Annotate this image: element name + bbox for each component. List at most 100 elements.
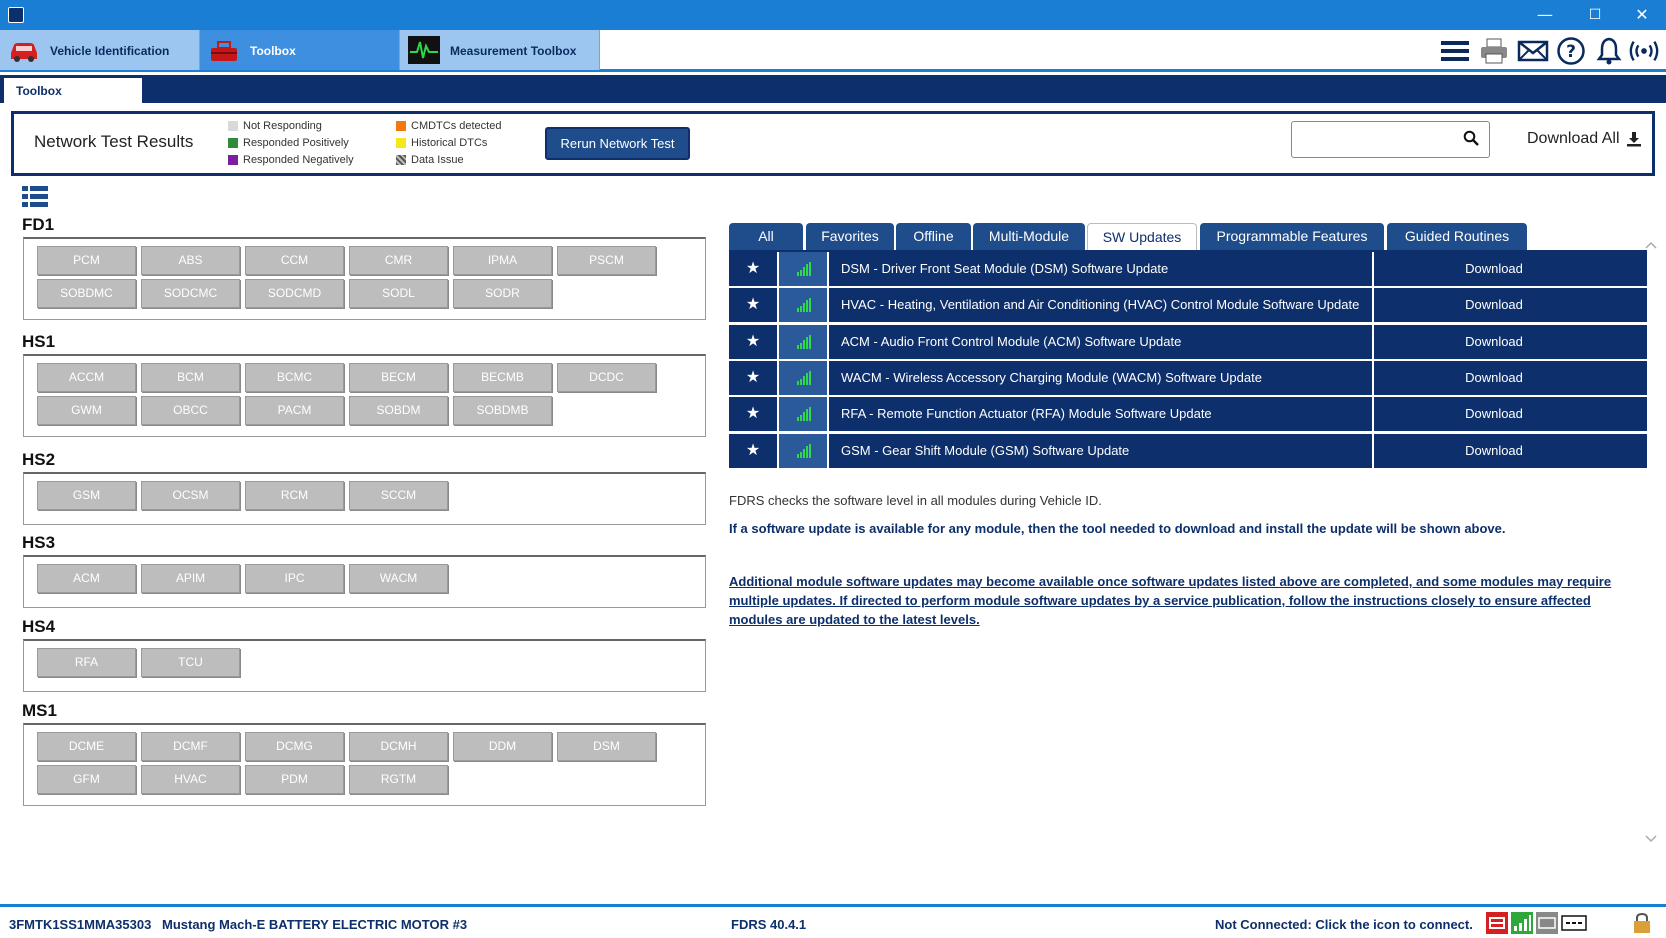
list-view-icon[interactable] xyxy=(22,186,48,208)
signal-bars-icon xyxy=(779,252,829,286)
module-button-pscm[interactable]: PSCM xyxy=(557,246,656,275)
module-button-sodl[interactable]: SODL xyxy=(349,279,448,308)
legend-swatch xyxy=(228,121,238,131)
update-row[interactable]: ★ GSM - Gear Shift Module (GSM) Software … xyxy=(729,433,1647,468)
module-button-ipc[interactable]: IPC xyxy=(245,564,344,593)
tab-toolbox[interactable]: Toolbox xyxy=(200,30,400,70)
module-button-becmb[interactable]: BECMB xyxy=(453,363,552,392)
rerun-network-test-button[interactable]: Rerun Network Test xyxy=(545,127,690,160)
module-button-abs[interactable]: ABS xyxy=(141,246,240,275)
vertical-scrollbar[interactable] xyxy=(1643,238,1659,850)
update-row[interactable]: ★ WACM - Wireless Accessory Charging Modu… xyxy=(729,360,1647,395)
update-row[interactable]: ★ RFA - Remote Function Actuator (RFA) Mo… xyxy=(729,397,1647,432)
module-button-wacm[interactable]: WACM xyxy=(349,564,448,593)
keyboard-icon[interactable] xyxy=(1536,912,1558,934)
favorite-star-icon[interactable]: ★ xyxy=(729,324,779,359)
module-button-sccm[interactable]: SCCM xyxy=(349,481,448,510)
module-button-gsm[interactable]: GSM xyxy=(37,481,136,510)
module-button-sobdmc[interactable]: SOBDMC xyxy=(37,279,136,308)
minimize-button[interactable]: — xyxy=(1523,0,1567,30)
tab-offline[interactable]: Offline xyxy=(896,223,971,251)
legend-responded-positively: Responded Positively xyxy=(228,137,349,149)
favorite-star-icon[interactable]: ★ xyxy=(729,252,779,286)
module-button-gfm[interactable]: GFM xyxy=(37,765,136,794)
module-button-bcmc[interactable]: BCMC xyxy=(245,363,344,392)
legend-label: Data Issue xyxy=(411,154,464,166)
module-button-ipma[interactable]: IPMA xyxy=(453,246,552,275)
help-icon[interactable]: ? xyxy=(1555,36,1587,66)
lock-icon[interactable] xyxy=(1631,912,1653,934)
module-button-ocsm[interactable]: OCSM xyxy=(141,481,240,510)
module-button-becm[interactable]: BECM xyxy=(349,363,448,392)
favorite-star-icon[interactable]: ★ xyxy=(729,288,779,323)
module-button-dsm[interactable]: DSM xyxy=(557,732,656,761)
legend-swatch xyxy=(228,138,238,148)
module-button-rgtm[interactable]: RGTM xyxy=(349,765,448,794)
module-button-sobdm[interactable]: SOBDM xyxy=(349,396,448,425)
favorite-star-icon[interactable]: ★ xyxy=(729,397,779,432)
wireless-icon[interactable] xyxy=(1628,36,1660,66)
search-icon[interactable] xyxy=(1463,130,1479,146)
column-divider xyxy=(1372,288,1374,323)
download-all-button[interactable]: Download All xyxy=(1527,130,1642,148)
module-button-pcm[interactable]: PCM xyxy=(37,246,136,275)
module-button-rfa[interactable]: RFA xyxy=(37,648,136,677)
download-button[interactable]: Download xyxy=(1419,361,1569,395)
favorite-star-icon[interactable]: ★ xyxy=(729,433,779,468)
tab-measurement-toolbox[interactable]: Measurement Toolbox xyxy=(400,30,600,70)
download-button[interactable]: Download xyxy=(1419,252,1569,286)
bell-icon[interactable] xyxy=(1593,36,1625,66)
download-button[interactable]: Download xyxy=(1419,325,1569,359)
module-button-rcm[interactable]: RCM xyxy=(245,481,344,510)
module-button-dcmf[interactable]: DCMF xyxy=(141,732,240,761)
module-button-sobdmb[interactable]: SOBDMB xyxy=(453,396,552,425)
update-row[interactable]: ★ DSM - Driver Front Seat Module (DSM) So… xyxy=(729,252,1647,286)
update-row[interactable]: ★ HVAC - Heating, Ventilation and Air Con… xyxy=(729,288,1647,323)
search-input[interactable] xyxy=(1291,121,1490,158)
module-button-cmr[interactable]: CMR xyxy=(349,246,448,275)
column-divider xyxy=(1372,397,1374,432)
module-button-dcmh[interactable]: DCMH xyxy=(349,732,448,761)
update-row[interactable]: ★ ACM - Audio Front Control Module (ACM) … xyxy=(729,324,1647,359)
module-button-bcm[interactable]: BCM xyxy=(141,363,240,392)
module-button-accm[interactable]: ACCM xyxy=(37,363,136,392)
vci-connect-icon[interactable] xyxy=(1486,912,1508,934)
legend-swatch xyxy=(228,155,238,165)
maximize-button[interactable]: ☐ xyxy=(1573,0,1617,30)
module-button-tcu[interactable]: TCU xyxy=(141,648,240,677)
download-button[interactable]: Download xyxy=(1419,288,1569,322)
mail-icon[interactable] xyxy=(1517,36,1549,66)
tab-sw-updates[interactable]: SW Updates xyxy=(1087,223,1197,251)
module-button-apim[interactable]: APIM xyxy=(141,564,240,593)
module-button-dcme[interactable]: DCME xyxy=(37,732,136,761)
module-button-pdm[interactable]: PDM xyxy=(245,765,344,794)
tab-guided-routines[interactable]: Guided Routines xyxy=(1387,223,1527,251)
printer-icon[interactable] xyxy=(1478,36,1510,66)
tab-all[interactable]: All xyxy=(729,223,803,251)
module-button-pacm[interactable]: PACM xyxy=(245,396,344,425)
module-button-sodr[interactable]: SODR xyxy=(453,279,552,308)
module-button-hvac[interactable]: HVAC xyxy=(141,765,240,794)
module-button-obcc[interactable]: OBCC xyxy=(141,396,240,425)
tab-favorites[interactable]: Favorites xyxy=(806,223,894,251)
module-button-acm[interactable]: ACM xyxy=(37,564,136,593)
signal-strength-icon[interactable] xyxy=(1511,912,1533,934)
close-button[interactable]: ✕ xyxy=(1620,0,1664,30)
menu-icon[interactable] xyxy=(1439,36,1471,66)
tab-vehicle-identification[interactable]: Vehicle Identification xyxy=(0,30,200,70)
download-button[interactable]: Download xyxy=(1419,397,1569,431)
legend-responded-negatively: Responded Negatively xyxy=(228,154,354,166)
info-link-additional-updates[interactable]: Additional module software updates may b… xyxy=(729,572,1639,629)
module-button-ccm[interactable]: CCM xyxy=(245,246,344,275)
tab-multi-module[interactable]: Multi-Module xyxy=(973,223,1085,251)
module-button-dcdc[interactable]: DCDC xyxy=(557,363,656,392)
module-button-sodcmc[interactable]: SODCMC xyxy=(141,279,240,308)
tab-toolbox-sub[interactable]: Toolbox xyxy=(4,78,142,103)
favorite-star-icon[interactable]: ★ xyxy=(729,360,779,395)
module-button-sodcmd[interactable]: SODCMD xyxy=(245,279,344,308)
module-button-dcmg[interactable]: DCMG xyxy=(245,732,344,761)
module-button-ddm[interactable]: DDM xyxy=(453,732,552,761)
module-button-gwm[interactable]: GWM xyxy=(37,396,136,425)
tab-programmable-features[interactable]: Programmable Features xyxy=(1200,223,1384,251)
download-button[interactable]: Download xyxy=(1419,434,1569,468)
